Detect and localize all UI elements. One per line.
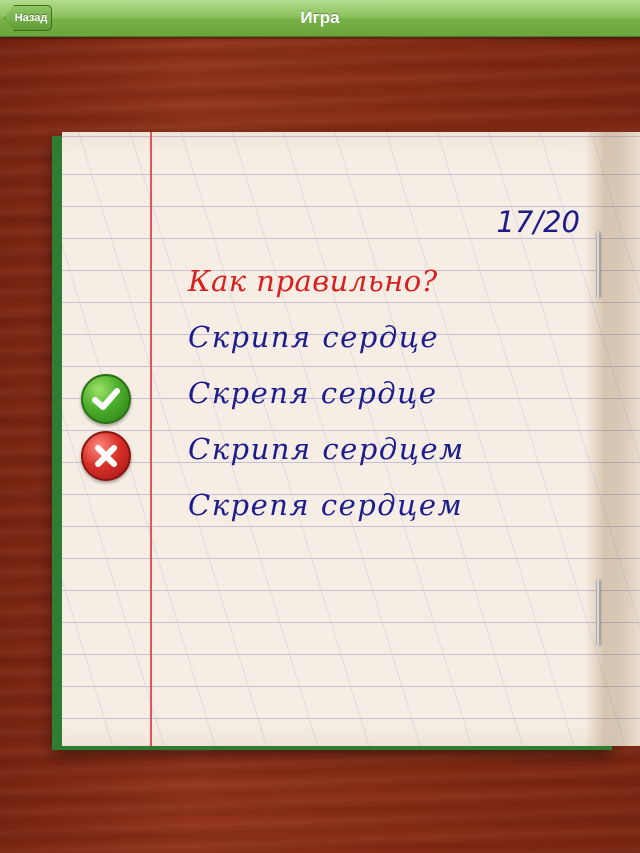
checkmark-icon	[81, 374, 131, 424]
page-title: Игра	[300, 8, 340, 27]
answer-option-2[interactable]: Скрепя сердце	[188, 376, 438, 410]
margin-line	[150, 132, 152, 746]
question-counter: 17/20	[496, 205, 580, 239]
staple-bottom	[596, 580, 600, 646]
answer-option-4[interactable]: Скрепя сердцем	[188, 488, 463, 522]
navigation-bar: Назад Игра	[0, 0, 640, 37]
staple-top	[596, 232, 600, 298]
answer-option-1[interactable]: Скрипя сердце	[188, 320, 439, 354]
answer-option-3[interactable]: Скрипя сердцем	[188, 432, 465, 466]
question-text: Как правильно?	[188, 264, 438, 298]
cross-icon	[81, 431, 131, 481]
